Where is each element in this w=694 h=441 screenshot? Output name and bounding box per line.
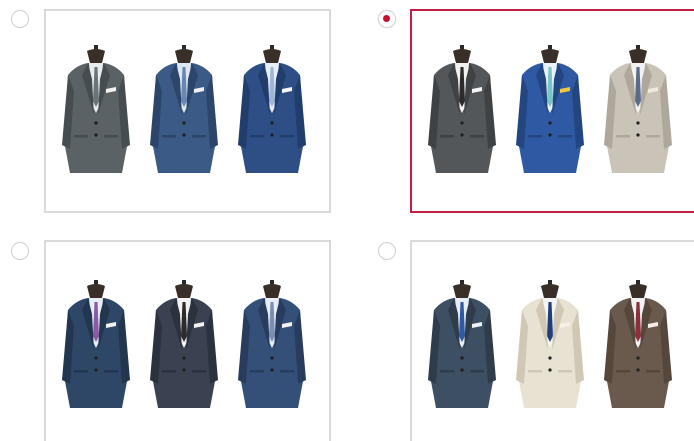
jacket-3-2 [150,280,218,408]
lower-pocket [440,135,454,138]
jacket-4-1 [428,280,496,408]
lower-pocket [74,135,88,138]
button [270,368,274,372]
radio-option-2[interactable] [378,10,396,28]
button [636,121,640,125]
button [548,121,552,125]
lower-pocket [250,370,264,373]
button [636,133,640,137]
suit-images-4 [428,280,672,408]
lower-pocket [616,135,630,138]
lower-pocket [192,135,206,138]
button [270,133,274,137]
mannequin-neck [175,284,193,298]
lower-pocket [280,135,294,138]
button [548,368,552,372]
suit-style-picker [0,0,694,441]
radio-option-3[interactable] [11,242,29,260]
lower-pocket [616,370,630,373]
mannequin-neck [453,49,471,63]
suit-images-3 [62,280,306,408]
option-3 [0,230,347,441]
jacket-3-3 [238,280,306,408]
jacket-1-3 [238,45,306,173]
lower-pocket [646,135,660,138]
button [182,133,186,137]
button [548,356,552,360]
button [182,368,186,372]
lower-pocket [558,370,572,373]
lower-pocket [440,370,454,373]
mannequin-neck [629,49,647,63]
lower-pocket [250,135,264,138]
lower-pocket [162,370,176,373]
radio-option-4[interactable] [378,242,396,260]
suit-images-1 [62,45,306,173]
mannequin-neck [263,284,281,298]
lower-pocket [74,370,88,373]
mannequin-neck [175,49,193,63]
mannequin-neck [263,49,281,63]
lower-pocket [104,135,118,138]
jacket-3-1 [62,280,130,408]
button [460,356,464,360]
jacket-2-1 [428,45,496,173]
lower-pocket [470,135,484,138]
button [460,368,464,372]
jacket-1-2 [150,45,218,173]
button [460,121,464,125]
mannequin-neck [453,284,471,298]
mannequin-neck [541,49,559,63]
button [460,133,464,137]
lower-pocket [192,370,206,373]
mannequin-neck [629,284,647,298]
lower-pocket [528,135,542,138]
jacket-1-1 [62,45,130,173]
lower-pocket [104,370,118,373]
button [94,368,98,372]
radio-selected-dot [383,15,390,22]
jacket-4-2 [516,280,584,408]
suit-images-2 [428,45,672,173]
button [270,356,274,360]
button [94,356,98,360]
suit-card-1[interactable] [44,9,331,213]
suit-card-4[interactable] [410,240,694,441]
lower-pocket [470,370,484,373]
button [636,356,640,360]
lower-pocket [162,135,176,138]
button [94,133,98,137]
mannequin-neck [541,284,559,298]
lower-pocket [646,370,660,373]
mannequin-neck [87,49,105,63]
button [182,121,186,125]
jacket-2-2 [516,45,584,173]
lower-pocket [280,370,294,373]
option-4 [347,230,694,441]
suit-card-2[interactable] [410,9,694,213]
radio-option-1[interactable] [11,10,29,28]
option-1 [0,0,347,220]
mannequin-neck [87,284,105,298]
button [636,368,640,372]
lower-pocket [558,135,572,138]
option-2 [347,0,694,220]
button [182,356,186,360]
button [270,121,274,125]
lower-pocket [528,370,542,373]
jacket-4-3 [604,280,672,408]
suit-card-3[interactable] [44,240,331,441]
button [548,133,552,137]
button [94,121,98,125]
jacket-2-3 [604,45,672,173]
